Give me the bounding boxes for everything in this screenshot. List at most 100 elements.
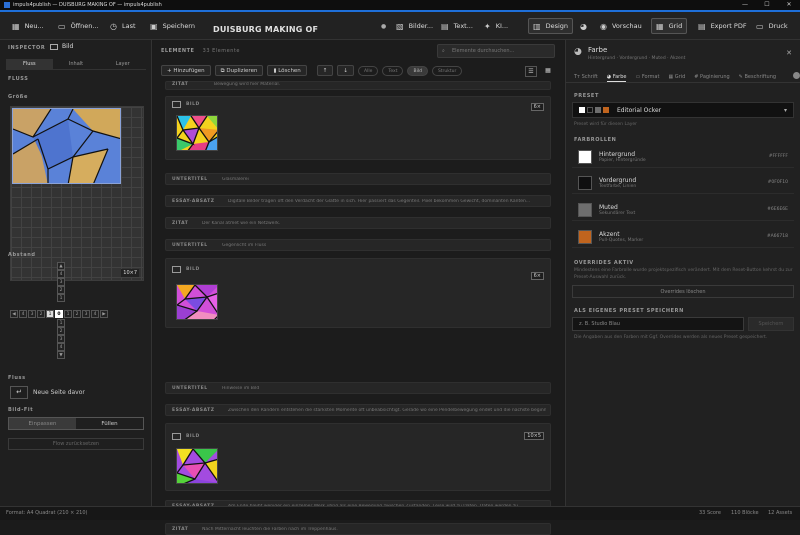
list-item[interactable]: ZITAT Bewegung wird hier Material.: [165, 81, 551, 90]
tab-paginierung[interactable]: # Paginierung: [694, 71, 729, 82]
preset-name-input[interactable]: z. B. Studio Blau: [572, 317, 744, 331]
color-row-vordergrund[interactable]: Vordergrund Textfarbe, Linien #0F0F10: [572, 172, 794, 194]
spacing-left-1[interactable]: 1: [46, 310, 54, 318]
list-view-icon[interactable]: ☰: [525, 66, 537, 77]
page-break-toggle[interactable]: ↵: [10, 386, 28, 399]
duplicate-label: Duplizieren: [226, 68, 258, 74]
color-row-muted[interactable]: Muted Sekundärer Text #6E6E6E: [572, 199, 794, 221]
save-button[interactable]: ▣ Speichern: [146, 18, 199, 34]
swatch-hintergrund[interactable]: [578, 149, 592, 164]
spacing-down-arrow[interactable]: ▼: [57, 351, 65, 359]
close-panel-icon[interactable]: ✕: [786, 49, 792, 57]
list-item[interactable]: ZITAT Nach Mitternacht leuchten die Farbe…: [165, 523, 551, 535]
spacing-left-arrow[interactable]: ◀: [10, 310, 18, 318]
main-toolbar: ▦ Neu... ▭ Öffnen... ◷ Last ▣ Speichern DUIS…: [0, 12, 800, 40]
window-titlebar: impuls4publish — DUISBURG MAKING OF — im…: [0, 0, 800, 10]
save-preset-button[interactable]: Speichern: [748, 317, 794, 331]
tab-schrift[interactable]: Tᴛ Schrift: [574, 71, 598, 82]
list-item[interactable]: BILD 6×: [165, 258, 551, 328]
tab-inhalt[interactable]: Inhalt: [53, 59, 100, 69]
new-button[interactable]: ▦ Neu...: [8, 18, 48, 34]
spacing-up-arrow[interactable]: ▲: [57, 262, 65, 270]
images-button[interactable]: ▧ Bilder...: [392, 18, 437, 34]
list-item[interactable]: UNTERTITEL Gegenlicht im Fluss: [165, 239, 551, 251]
delete-button[interactable]: ▮ Löschen: [267, 65, 307, 76]
spacing-right-2[interactable]: 2: [73, 310, 81, 318]
tab-grid-label: Grid: [674, 74, 686, 80]
move-up-button[interactable]: ↑: [316, 65, 334, 76]
open-button[interactable]: ▭ Öffnen...: [54, 18, 103, 34]
tab-grid[interactable]: ▦ Grid: [668, 71, 685, 82]
size-selection[interactable]: [12, 108, 121, 184]
swatch-akzent[interactable]: [578, 229, 592, 244]
tab-layer[interactable]: Layer: [99, 59, 146, 69]
spacing-right-arrow[interactable]: ▶: [100, 310, 108, 318]
color-row-akzent[interactable]: Akzent Pull-Quotes, Marker #A66718: [572, 226, 794, 248]
filter-image[interactable]: Bild: [407, 65, 428, 76]
filter-all[interactable]: Alle: [358, 65, 379, 76]
export-pdf-button[interactable]: ▤ Export PDF: [694, 18, 751, 34]
scroll-dot-icon[interactable]: [793, 72, 800, 79]
list-item[interactable]: BILD 10×5: [165, 423, 551, 491]
item-tag: UNTERTITEL: [172, 243, 208, 248]
spacing-right-4[interactable]: 4: [91, 310, 99, 318]
spacing-bottom-1[interactable]: 1: [57, 319, 65, 327]
tab-beschriftung-label: Beschriftung: [744, 74, 777, 80]
spacing-bottom-4[interactable]: 4: [57, 343, 65, 351]
move-down-button[interactable]: ↓: [337, 65, 355, 76]
reset-flow-button[interactable]: Flow zurücksetzen: [8, 438, 144, 450]
palette-button[interactable]: ◕: [576, 18, 596, 34]
list-item[interactable]: ESSAY-ABSATZ Digitale Bilder tragen oft d…: [165, 195, 551, 207]
spacing-bottom-3[interactable]: 3: [57, 335, 65, 343]
list-item[interactable]: ESSAY-ABSATZ Zwischen den Rändern entsteh…: [165, 404, 551, 416]
tab-beschriftung[interactable]: ✎ Beschriftung: [739, 71, 776, 82]
list-item[interactable]: BILD 6×: [165, 96, 551, 160]
spacing-center-0[interactable]: 0: [55, 310, 63, 318]
spacing-right-1[interactable]: 1: [64, 310, 72, 318]
list-item[interactable]: UNTERTITEL Hinweise im Bild: [165, 382, 551, 394]
tab-fluss[interactable]: Fluss: [6, 59, 53, 69]
text-button[interactable]: ▤ Text...: [437, 18, 477, 34]
color-row-hintergrund[interactable]: Hintergrund Papier, Hintergründe #FFFFFF: [572, 146, 794, 168]
preview-button[interactable]: ◉ Vorschau: [596, 18, 646, 34]
folder-icon: ▭: [58, 21, 66, 31]
spacing-left-2[interactable]: 2: [37, 310, 45, 318]
print-button[interactable]: ▭ Druck: [752, 18, 792, 34]
spacing-left-4[interactable]: 4: [19, 310, 27, 318]
tab-farbe[interactable]: ◕ Farbe: [606, 71, 627, 82]
spacing-left-3[interactable]: 3: [28, 310, 36, 318]
add-button[interactable]: + Hinzufügen: [161, 65, 211, 76]
design-button[interactable]: ▥ Design: [528, 18, 574, 34]
spacing-top-3[interactable]: 3: [57, 278, 65, 286]
spacing-top-4[interactable]: 4: [57, 270, 65, 278]
item-tag: ZITAT: [172, 527, 189, 532]
panel-title: Farbe: [588, 46, 608, 54]
close-icon[interactable]: ✕: [778, 0, 800, 10]
fit-einpassen[interactable]: Einpassen: [9, 418, 76, 429]
preset-select[interactable]: Editorial Ocker ▾: [572, 102, 794, 118]
item-size-badge: 6×: [530, 103, 544, 111]
fit-fuellen[interactable]: Füllen: [76, 418, 143, 429]
spacing-top-2[interactable]: 2: [57, 286, 65, 294]
elements-search[interactable]: ⌕ Elemente durchsuchen...: [437, 44, 555, 58]
spacing-bottom-2[interactable]: 2: [57, 327, 65, 335]
grid-button[interactable]: ▦ Grid: [651, 18, 688, 34]
tab-format[interactable]: ▭ Format: [635, 71, 659, 82]
maximize-icon[interactable]: ☐: [756, 0, 778, 10]
ki-button[interactable]: ✦ KI...: [480, 18, 512, 34]
list-item[interactable]: ZITAT Der Kanal atmet wie ein Netzwerk.: [165, 217, 551, 229]
last-button[interactable]: ◷ Last: [106, 18, 140, 34]
filter-structure[interactable]: Struktur: [431, 65, 463, 76]
new-label: Neu...: [24, 22, 44, 30]
swatch-muted[interactable]: [578, 202, 592, 217]
list-item[interactable]: UNTERTITEL Glasmalerei: [165, 173, 551, 185]
filter-text[interactable]: Text: [382, 65, 404, 76]
swatch-vordergrund[interactable]: [578, 175, 592, 190]
spacing-right-3[interactable]: 3: [82, 310, 90, 318]
spacing-top-1[interactable]: 1: [57, 294, 65, 302]
minimize-icon[interactable]: —: [734, 0, 756, 10]
grid-view-icon[interactable]: ▦: [542, 66, 554, 77]
color-hex: #FFFFFF: [768, 154, 788, 159]
duplicate-button[interactable]: ⧉ Duplizieren: [214, 65, 264, 76]
clear-overrides-button[interactable]: Overrides löschen: [572, 285, 794, 298]
